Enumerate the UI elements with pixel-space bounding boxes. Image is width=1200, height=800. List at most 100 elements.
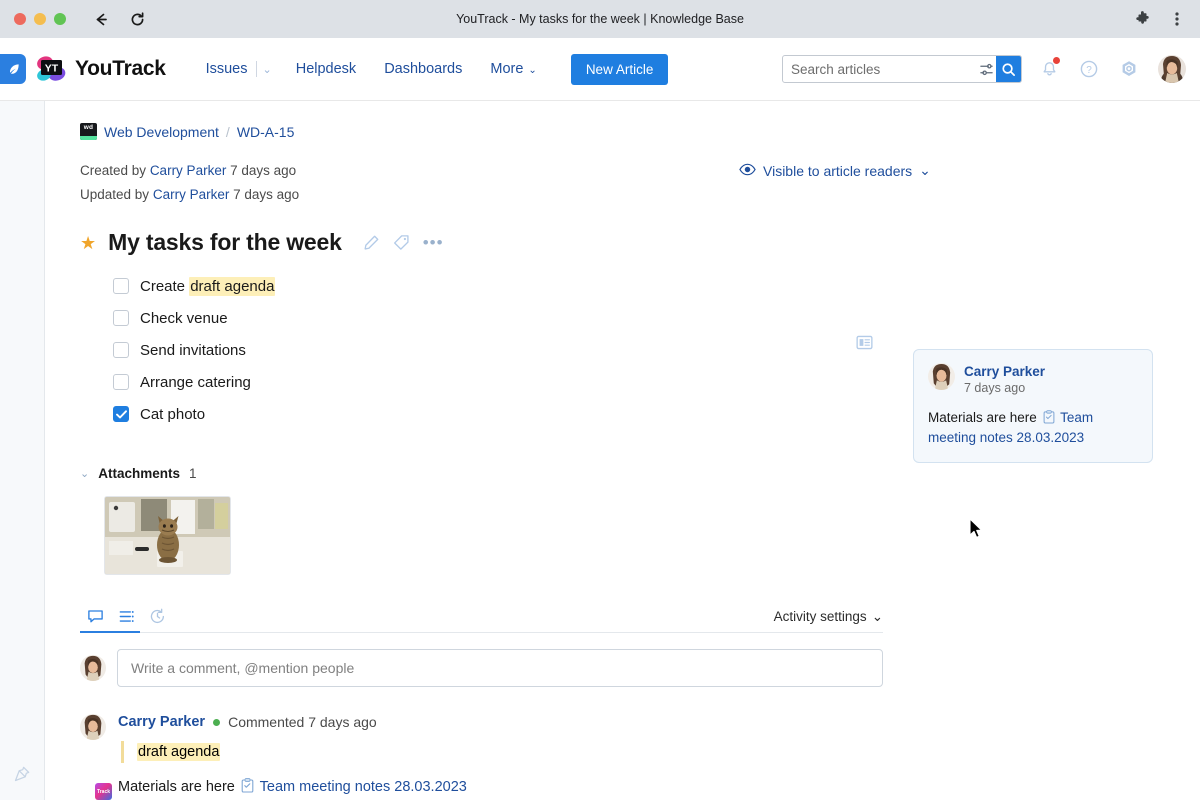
page-title: My tasks for the week	[108, 229, 342, 255]
activity-settings-label: Activity settings	[773, 609, 867, 624]
window-controls[interactable]	[14, 13, 66, 25]
comment-author-link[interactable]: Carry Parker	[118, 714, 205, 730]
created-line: Created by Carry Parker 7 days ago	[80, 159, 299, 183]
pin-icon[interactable]	[13, 765, 31, 788]
nav-item-issues[interactable]: Issues	[192, 55, 256, 83]
side-comment-body: Materials are here Team meeting notes 28…	[928, 408, 1138, 448]
article-content: wd Web Development / WD-A-15 Created by …	[45, 101, 1200, 800]
article-meta: Created by Carry Parker 7 days ago Updat…	[80, 159, 1200, 207]
highlighted-text: draft agenda	[137, 743, 221, 761]
search-submit-button[interactable]	[996, 56, 1021, 82]
checklist-item[interactable]: Create draft agenda	[113, 270, 1200, 302]
back-arrow-icon[interactable]	[92, 10, 110, 28]
issues-dropdown-caret-icon[interactable]: ⌄	[257, 57, 282, 82]
created-prefix: Created by	[80, 163, 147, 178]
attachments-section: ⌄ Attachments 1	[80, 466, 1200, 575]
browser-tab-title: YouTrack - My tasks for the week | Knowl…	[456, 12, 744, 26]
ellipsis-icon[interactable]: •••	[423, 234, 444, 251]
reading-pane-icon[interactable]	[856, 334, 873, 356]
star-icon[interactable]: ★	[80, 234, 96, 252]
project-badge-text: wd	[83, 124, 94, 131]
comment-author-avatar	[80, 714, 106, 740]
visibility-selector[interactable]: Visible to article readers ⌄	[739, 162, 931, 179]
puzzle-piece-icon[interactable]	[1134, 10, 1152, 28]
checklist-item-label: Cat photo	[140, 405, 206, 423]
breadcrumb-article-id[interactable]: WD-A-15	[237, 124, 295, 140]
article-title-row: ★ My tasks for the week •••	[80, 229, 1200, 256]
comment-body: Materials are here Team meeting notes 28…	[118, 778, 883, 795]
composer-avatar	[80, 655, 106, 681]
tab-activity-list[interactable]	[111, 608, 142, 625]
attachments-count: 1	[188, 466, 197, 481]
app-header: YT YouTrack Issues ⌄ Helpdesk Dashboards…	[0, 38, 1200, 101]
checklist-item[interactable]: Check venue	[113, 302, 1200, 334]
checklist-item-label: Check venue	[140, 309, 228, 327]
project-badge-accent	[80, 136, 97, 140]
active-tab-underline	[80, 631, 140, 633]
activity-section: Activity settings ⌄ Write a comment, @me…	[80, 608, 883, 800]
kebab-menu-icon[interactable]	[1168, 10, 1186, 28]
gear-icon[interactable]	[1116, 56, 1142, 82]
nav-item-dashboards[interactable]: Dashboards	[370, 55, 476, 83]
maximize-window-button[interactable]	[54, 13, 66, 25]
nav-item-helpdesk[interactable]: Helpdesk	[282, 55, 370, 83]
new-article-button[interactable]: New Article	[570, 53, 669, 85]
reload-icon[interactable]	[128, 10, 146, 28]
user-avatar[interactable]	[1158, 55, 1186, 83]
bell-icon[interactable]	[1036, 56, 1062, 82]
side-comment-text: Materials are here	[928, 410, 1041, 425]
comment-blockquote: draft agenda	[121, 741, 883, 763]
comment-body-link[interactable]: Team meeting notes 28.03.2023	[260, 779, 467, 795]
activity-settings-button[interactable]: Activity settings ⌄	[774, 609, 883, 625]
checkbox-unchecked-icon[interactable]	[113, 278, 129, 294]
chevron-down-icon: ⌄	[919, 162, 931, 178]
search-bar[interactable]	[782, 55, 1022, 83]
comment-body-text: Materials are here	[118, 779, 239, 795]
side-comment-author[interactable]: Carry Parker	[964, 363, 1045, 380]
app-body: wd Web Development / WD-A-15 Created by …	[0, 101, 1200, 800]
checkbox-checked-icon[interactable]	[113, 406, 129, 422]
attachments-header[interactable]: ⌄ Attachments 1	[80, 466, 1200, 481]
nav-item-more-label: More	[490, 61, 524, 77]
comment-timestamp: Commented 7 days ago	[228, 714, 377, 730]
tag-icon[interactable]	[393, 234, 410, 251]
online-status-dot	[213, 718, 221, 726]
comment-item: Track Carry Parker Commented 7 days ago …	[80, 714, 883, 800]
chevron-down-icon[interactable]: ⌄	[80, 467, 89, 480]
checkbox-unchecked-icon[interactable]	[113, 342, 129, 358]
compose-rail	[0, 38, 28, 101]
youtrack-logo[interactable]: YT YouTrack	[34, 54, 166, 84]
header-actions: ?	[782, 55, 1186, 83]
nav-item-more[interactable]: More ⌄	[476, 55, 550, 83]
checkbox-unchecked-icon[interactable]	[113, 310, 129, 326]
checklist-text-0: Create	[140, 277, 190, 295]
checklist-item-label: Send invitations	[140, 341, 246, 359]
feather-pen-icon[interactable]	[0, 54, 26, 84]
checklist-item-label: Arrange catering	[140, 373, 251, 391]
tab-history[interactable]	[142, 608, 173, 625]
updated-line: Updated by Carry Parker 7 days ago	[80, 183, 299, 207]
side-comment-card[interactable]: Carry Parker 7 days ago Materials are he…	[913, 349, 1153, 463]
breadcrumb: wd Web Development / WD-A-15	[80, 123, 1200, 140]
tab-comments[interactable]	[80, 608, 111, 625]
attachment-thumbnail[interactable]	[104, 496, 231, 575]
minimize-window-button[interactable]	[34, 13, 46, 25]
project-badge-icon: wd	[80, 123, 97, 140]
breadcrumb-separator: /	[225, 123, 230, 140]
comment-composer	[80, 649, 883, 687]
created-author-link[interactable]: Carry Parker	[150, 163, 227, 178]
search-options-icon[interactable]	[976, 62, 996, 77]
updated-time: 7 days ago	[233, 187, 300, 202]
left-rail	[0, 101, 45, 800]
help-circle-icon[interactable]: ?	[1076, 56, 1102, 82]
youtrack-app-badge-icon: Track	[95, 783, 112, 800]
article-link-icon	[1043, 410, 1055, 424]
close-window-button[interactable]	[14, 13, 26, 25]
pencil-icon[interactable]	[363, 234, 380, 251]
updated-author-link[interactable]: Carry Parker	[153, 187, 230, 202]
search-input[interactable]	[783, 56, 976, 82]
breadcrumb-project-link[interactable]: Web Development	[104, 124, 219, 140]
checkbox-unchecked-icon[interactable]	[113, 374, 129, 390]
svg-text:YT: YT	[45, 63, 59, 75]
comment-input[interactable]	[117, 649, 883, 687]
